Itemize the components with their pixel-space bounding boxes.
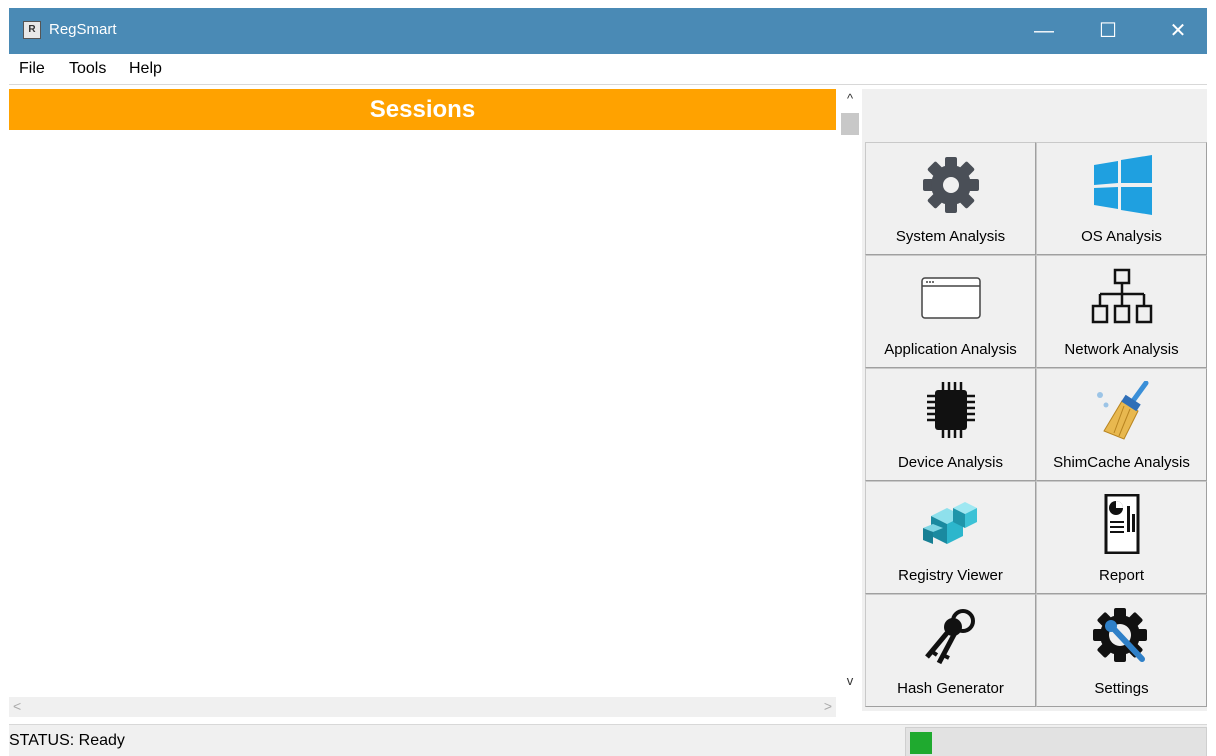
horizontal-scrollbar[interactable]: < >	[9, 697, 836, 717]
status-indicator	[910, 732, 932, 754]
tool-label: Registry Viewer	[898, 567, 1003, 584]
scroll-left-arrow[interactable]: <	[13, 698, 21, 714]
maximize-button[interactable]: ☐	[1073, 8, 1143, 54]
settings-wrench-icon	[1092, 608, 1147, 662]
chip-icon	[926, 382, 975, 438]
close-button[interactable]: ✕	[1143, 8, 1213, 54]
tool-panel: System Analysis OS Analysis Application …	[862, 89, 1207, 711]
window-title: RegSmart	[49, 21, 117, 38]
device-analysis-button[interactable]: Device Analysis	[865, 368, 1036, 481]
scroll-thumb[interactable]	[841, 113, 859, 135]
app-icon: R	[23, 21, 41, 39]
vertical-scrollbar[interactable]: ^ v	[838, 89, 862, 697]
hash-generator-button[interactable]: Hash Generator	[865, 594, 1036, 707]
menu-tools[interactable]: Tools	[69, 60, 106, 78]
tool-label: ShimCache Analysis	[1053, 454, 1190, 471]
tool-label: OS Analysis	[1081, 228, 1162, 245]
status-text: STATUS: Ready	[9, 732, 125, 749]
application-analysis-button[interactable]: Application Analysis	[865, 255, 1036, 368]
application-window-icon	[920, 277, 981, 319]
tool-label: System Analysis	[895, 228, 1006, 245]
tool-label: Application Analysis	[884, 341, 1017, 358]
gear-icon	[922, 157, 979, 213]
tool-grid: System Analysis OS Analysis Application …	[865, 142, 1207, 708]
registry-cubes-icon	[922, 502, 977, 544]
menu-file[interactable]: File	[19, 60, 45, 78]
system-analysis-button[interactable]: System Analysis	[865, 142, 1036, 255]
tool-label: Device Analysis	[897, 454, 1004, 471]
windows-logo-icon	[1093, 155, 1152, 215]
tool-label: Settings	[1094, 680, 1149, 697]
menu-help[interactable]: Help	[129, 60, 162, 78]
shimcache-analysis-button[interactable]: ShimCache Analysis	[1036, 368, 1207, 481]
title-bar: R RegSmart — ☐ ✕	[9, 8, 1207, 54]
keys-icon	[924, 609, 975, 665]
tool-label: Report	[1098, 567, 1145, 584]
tool-label: Hash Generator	[897, 680, 1004, 697]
minimize-button[interactable]: —	[1009, 8, 1079, 54]
sessions-header: Sessions	[9, 89, 836, 130]
scroll-down-arrow[interactable]: v	[838, 673, 862, 691]
settings-button[interactable]: Settings	[1036, 594, 1207, 707]
tool-label: Network Analysis	[1064, 341, 1179, 358]
sessions-list[interactable]	[9, 130, 836, 696]
menu-bar: File Tools Help	[9, 54, 1207, 85]
broom-icon	[1096, 381, 1148, 440]
os-analysis-button[interactable]: OS Analysis	[1036, 142, 1207, 255]
network-analysis-button[interactable]: Network Analysis	[1036, 255, 1207, 368]
scroll-right-arrow[interactable]: >	[824, 698, 832, 714]
network-tree-icon	[1091, 268, 1152, 324]
report-document-icon	[1104, 494, 1139, 554]
registry-viewer-button[interactable]: Registry Viewer	[865, 481, 1036, 594]
status-bar: STATUS: Ready	[9, 724, 1207, 756]
status-indicator-box	[905, 727, 1207, 756]
scroll-up-arrow[interactable]: ^	[838, 91, 862, 109]
report-button[interactable]: Report	[1036, 481, 1207, 594]
